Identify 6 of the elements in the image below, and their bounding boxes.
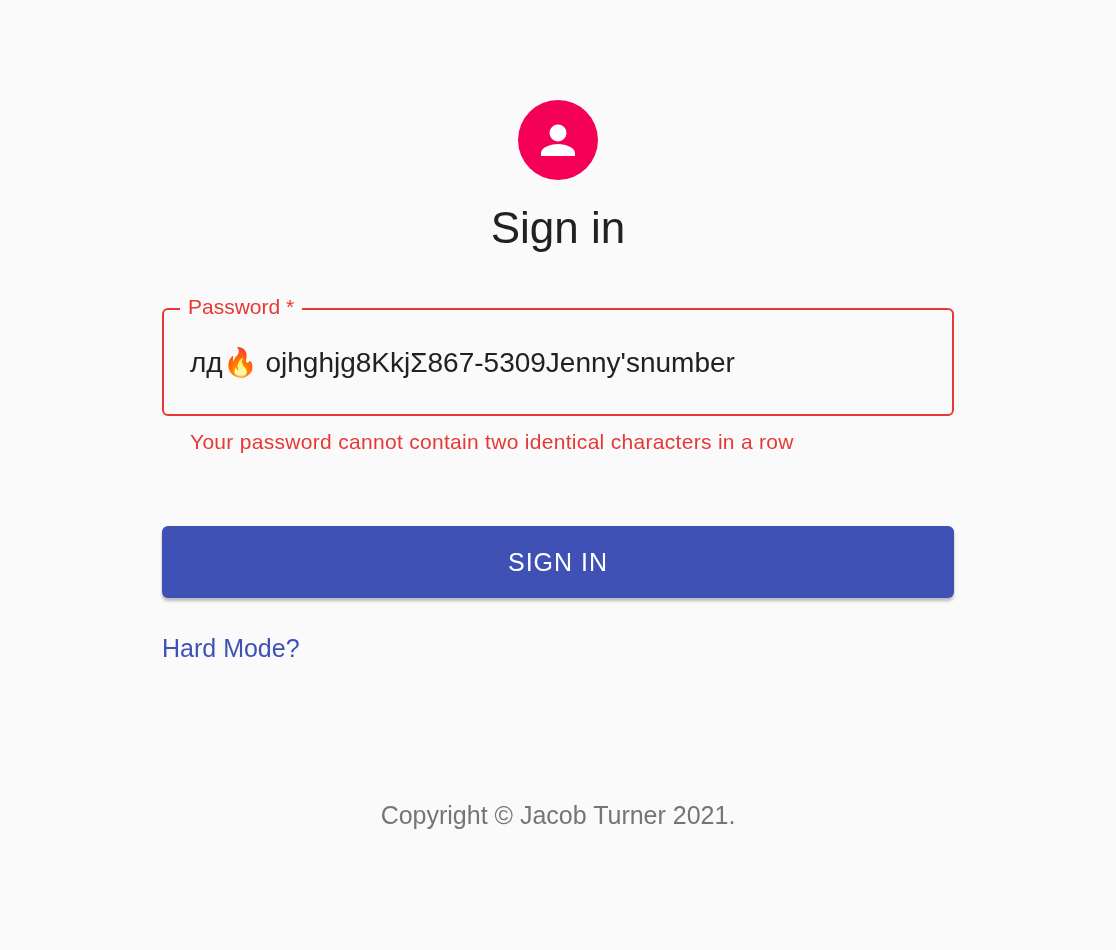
avatar-icon xyxy=(518,100,598,180)
page-title: Sign in xyxy=(490,202,626,254)
copyright-text: Copyright © Jacob Turner 2021. xyxy=(380,801,736,830)
hard-mode-link[interactable]: Hard Mode? xyxy=(162,634,300,663)
sign-in-button[interactable]: SIGN IN xyxy=(162,526,954,598)
error-message: Your password cannot contain two identical characters in a row xyxy=(189,429,795,455)
